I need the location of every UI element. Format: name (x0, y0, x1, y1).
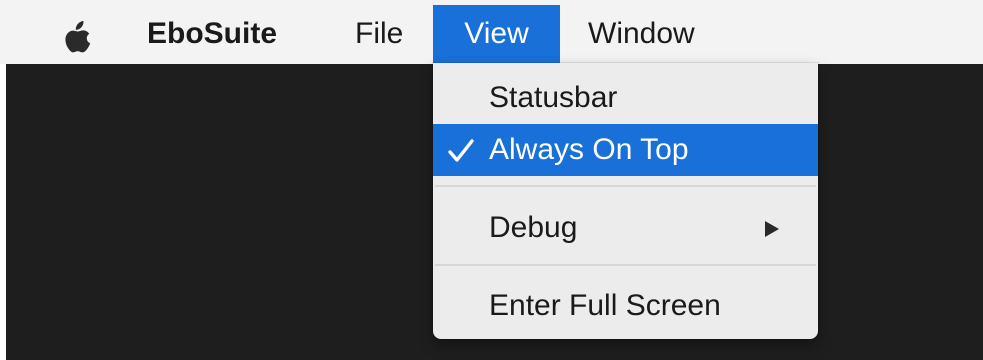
menu-item-statusbar[interactable]: Statusbar (433, 72, 818, 124)
menu-item-label: Debug (489, 211, 578, 244)
menu-bar: EboSuite File View Window (0, 0, 983, 64)
apple-menu[interactable] (53, 5, 107, 63)
menu-item-enter-full-screen[interactable]: Enter Full Screen (433, 280, 818, 332)
view-menu[interactable]: View (433, 5, 560, 63)
menu-item-label: Always On Top (489, 133, 689, 166)
file-menu[interactable]: File (337, 5, 421, 63)
menu-item-label: Enter Full Screen (489, 289, 721, 322)
checkmark-icon (448, 139, 474, 162)
app-name-menu[interactable]: EboSuite (129, 5, 295, 63)
view-dropdown-menu: Statusbar Always On Top Debug Enter Full… (433, 63, 818, 339)
menu-item-always-on-top[interactable]: Always On Top (433, 124, 818, 176)
menu-item-label: Statusbar (489, 81, 618, 114)
window-menu[interactable]: Window (570, 5, 713, 63)
menu-separator (435, 264, 816, 266)
triangle-right-icon (765, 221, 779, 237)
apple-logo-icon (65, 21, 91, 53)
menu-separator (435, 185, 816, 187)
menu-item-debug[interactable]: Debug (433, 202, 818, 254)
